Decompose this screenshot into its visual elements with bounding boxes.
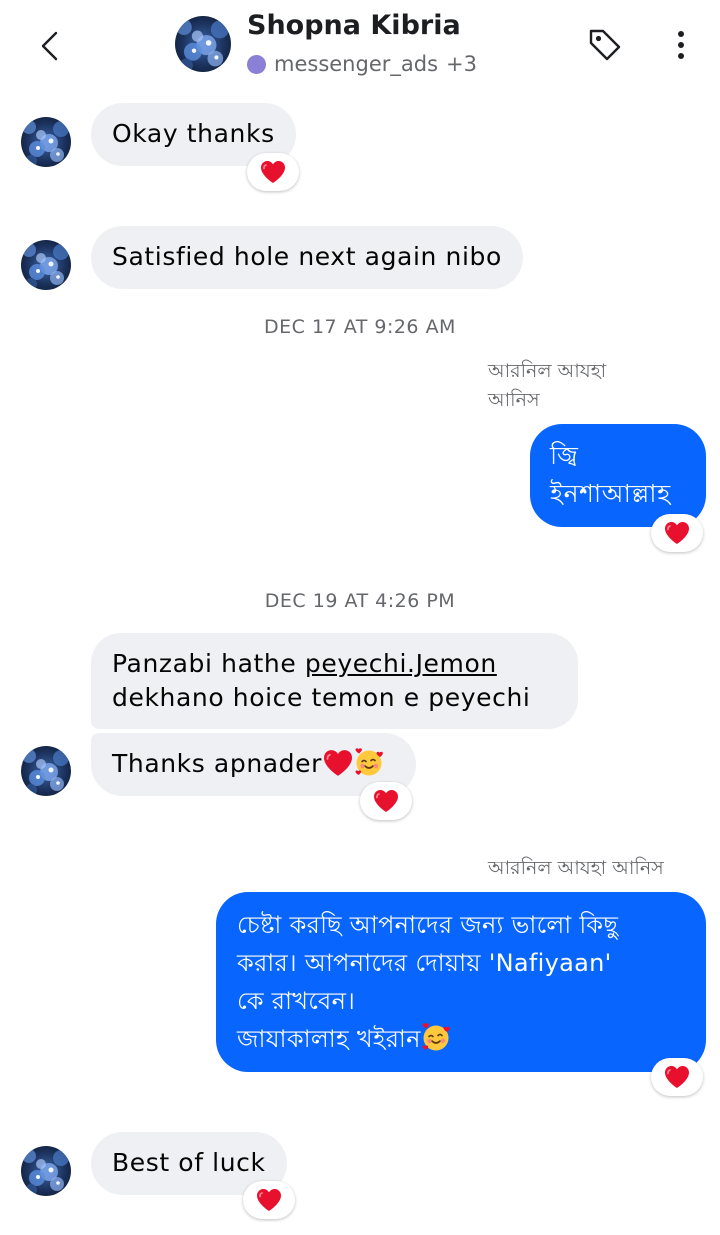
heart-icon [373,789,399,813]
message-line: জ্বি [550,441,579,470]
message-line: dekhano hoice temon e peyechi [112,683,531,712]
contact-avatar[interactable] [175,16,231,72]
reaction-badge[interactable] [360,782,412,820]
message-line: কে রাখবেন। [237,987,356,1015]
heart-emoji [323,749,353,777]
more-vertical-icon[interactable] [664,26,698,64]
message-line: ইনশাআল্লাহ [550,479,671,508]
outgoing-message[interactable]: জ্বি ইনশাআল্লাহ [530,424,706,527]
label-color-dot [247,54,266,74]
message-line: চেষ্টা করছি আপনাদের জন্য ভালো কিছু [237,911,619,939]
smiling-face-with-hearts-emoji [420,1022,451,1052]
sender-avatar[interactable] [21,117,71,167]
message-text: Satisfied hole next again nibo [112,242,502,271]
heart-icon [664,1065,690,1089]
message-line: করার। আপনাদের দোয়ায় 'Nafiyaan' [237,949,612,977]
message-text: Okay thanks [112,119,275,148]
incoming-message[interactable]: Panzabi hathe peyechi.Jemon dekhano hoic… [91,633,578,729]
smiling-face-with-hearts-emoji [354,747,384,777]
heart-icon [664,521,690,545]
incoming-message[interactable]: Satisfied hole next again nibo [91,226,523,289]
reaction-badge[interactable] [247,153,299,191]
contact-name[interactable]: Shopna Kibria [247,10,461,41]
label-name: messenger_ads [274,52,439,76]
message-text: Thanks apnader [112,749,323,778]
message-link[interactable]: peyechi.Jemon [305,649,497,678]
chevron-left-icon[interactable] [28,26,72,66]
heart-icon [260,160,286,184]
sender-name: আরনিল আযহা আনিস [488,857,664,879]
reaction-badge[interactable] [651,1058,703,1096]
timestamp: DEC 19 AT 4:26 PM [264,590,456,612]
reaction-badge[interactable] [243,1181,295,1219]
tag-icon[interactable] [586,26,624,64]
message-line: Panzabi hathe peyechi.Jemon [112,649,497,678]
heart-icon [256,1188,282,1212]
reaction-badge[interactable] [651,514,703,552]
message-line: জাযাকালাহ খইরান [237,1020,685,1058]
sender-avatar[interactable] [21,240,71,290]
contact-subtitle[interactable]: messenger_ads +3 [247,52,477,76]
message-text: Best of luck [112,1148,266,1177]
label-count: +3 [446,52,477,76]
outgoing-message[interactable]: চেষ্টা করছি আপনাদের জন্য ভালো কিছু করার।… [216,892,706,1072]
timestamp: DEC 17 AT 9:26 AM [264,316,456,338]
sender-avatar[interactable] [21,1146,71,1196]
sender-name: আরনিল আযহা আনিস [488,360,607,411]
sender-avatar[interactable] [21,746,71,796]
